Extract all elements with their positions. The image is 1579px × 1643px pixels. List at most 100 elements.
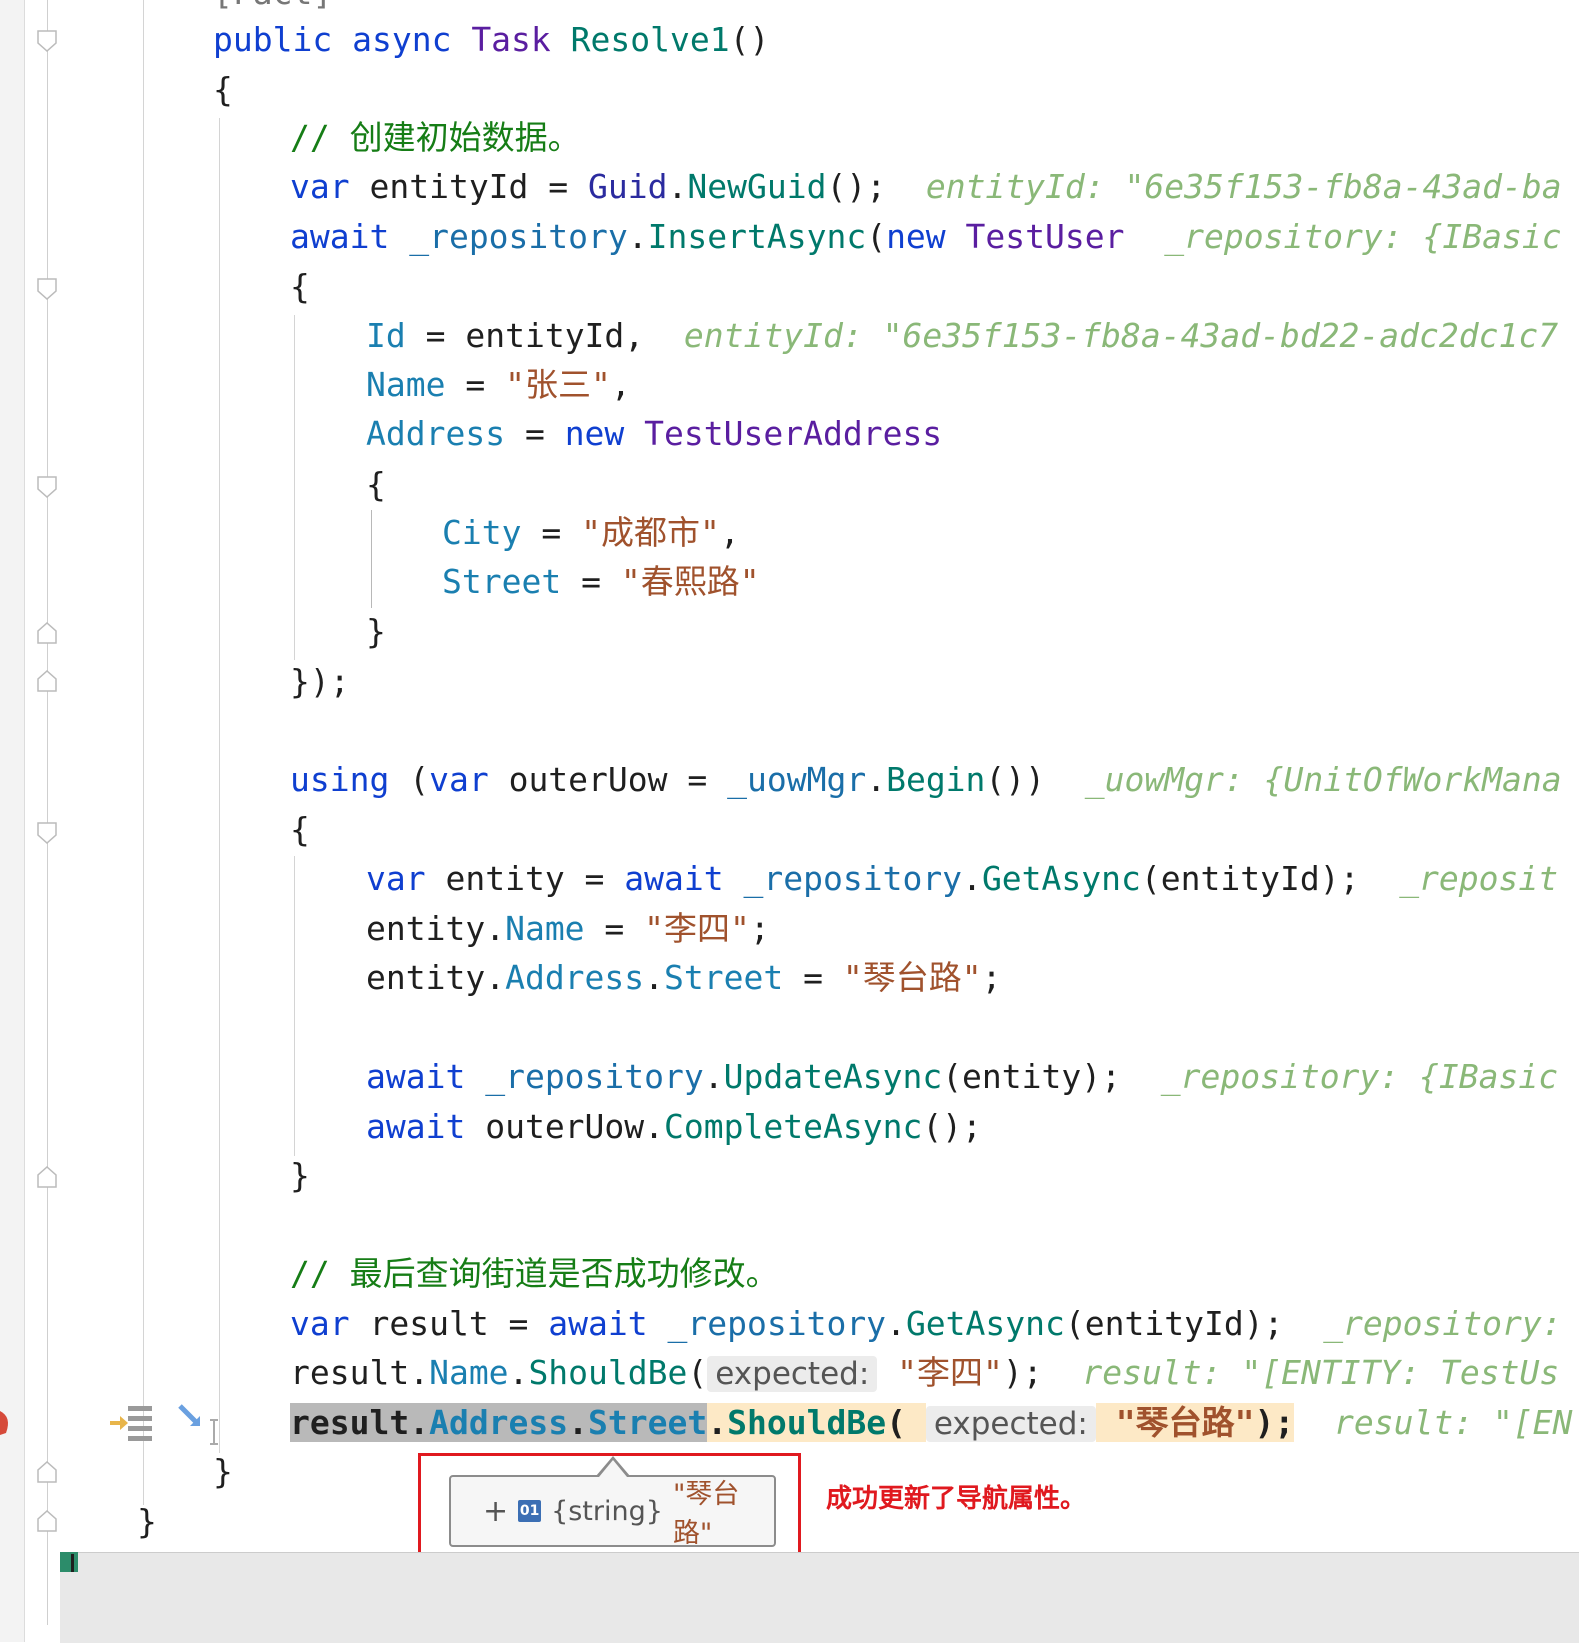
keyword-await: await (366, 1107, 466, 1146)
code-line-brace: { (290, 264, 310, 310)
code-line-complete: await outerUow.CompleteAsync(); (366, 1104, 982, 1150)
code-text: = (584, 909, 645, 948)
fold-end-icon (37, 1510, 57, 1532)
inline-value-hint: result: "[EN (1333, 1403, 1573, 1442)
expand-icon[interactable]: + (483, 1494, 508, 1529)
breakpoint-icon[interactable] (0, 1407, 12, 1437)
field-uowmgr: _uowMgr (727, 760, 867, 799)
property-city: City (442, 513, 522, 552)
breakpoint-margin[interactable] (0, 0, 25, 1642)
code-text: ( (687, 1353, 708, 1392)
code-line-address: Address = new TestUserAddress (366, 411, 942, 457)
inline-value-hint: entityId: "6e35f153-fb8a-43ad-bd22-adc2d… (683, 316, 1559, 355)
keyword-public: public (213, 20, 333, 59)
code-text: ); (1002, 1353, 1043, 1392)
method-getasync: GetAsync (905, 1304, 1065, 1343)
code-text: . (886, 1304, 906, 1343)
code-text: (entity); (942, 1057, 1121, 1096)
method-insertasync: InsertAsync (647, 217, 867, 256)
code-text: ( (389, 760, 430, 799)
keyword-var: var (429, 760, 489, 799)
code-text: (entityId); (1140, 859, 1360, 898)
datatip[interactable]: + 01 {string} "琴台路" (449, 1472, 776, 1550)
indent-guide (294, 315, 295, 660)
parameter-name-hint: expected: (925, 1406, 1096, 1442)
code-text: , (610, 365, 631, 404)
method-shouldbe: ShouldBe (727, 1403, 887, 1442)
code-line-method-signature: public async Task Resolve1() (213, 17, 769, 63)
outlining-line (47, 0, 48, 1625)
code-text: = entityId, (405, 316, 645, 355)
collapse-icon[interactable] (37, 822, 57, 844)
keyword-await: await (366, 1057, 466, 1096)
code-line-method-close: } (213, 1449, 233, 1495)
code-text: ()) (985, 760, 1046, 799)
method-begin: Begin (886, 760, 986, 799)
string-literal: "李四" (644, 909, 750, 948)
string-literal: "琴台路" (842, 958, 982, 997)
brace: } (366, 612, 386, 651)
set-next-statement-icon[interactable] (176, 1402, 222, 1452)
indent-guide (219, 118, 220, 1453)
property-address: Address (366, 414, 506, 453)
indent-guide (294, 856, 295, 1156)
type-task: Task (471, 20, 551, 59)
field-repository: _repository (723, 859, 963, 898)
method-getasync: GetAsync (981, 859, 1141, 898)
method-name: Resolve1 (570, 20, 730, 59)
keyword-new: new (886, 217, 946, 256)
annotation-text: 成功更新了导航属性。 (826, 1484, 1087, 1514)
code-text: ; (749, 909, 770, 948)
keyword-await: await (624, 859, 724, 898)
type-testuseraddress: TestUserAddress (624, 414, 943, 453)
inline-value-hint: _reposit (1399, 859, 1559, 898)
property-name: Name (505, 909, 585, 948)
keyword-var: var (366, 859, 426, 898)
code-line-update: await _repository.UpdateAsync(entity); _… (366, 1054, 1558, 1100)
code-text: }); (290, 662, 350, 701)
run-to-cursor-icon[interactable] (108, 1402, 154, 1452)
code-text: = (783, 958, 843, 997)
editor-bottom-bar (60, 1552, 1579, 1643)
code-line-attribute: [Fact] (213, 0, 332, 16)
method-parens: () (729, 20, 770, 59)
comment-text: // 创建初始数据。 (290, 118, 581, 157)
collapse-icon[interactable] (37, 476, 57, 498)
method-newguid: NewGuid (687, 167, 827, 206)
method-shouldbe: ShouldBe (528, 1353, 688, 1392)
code-line-id: Id = entityId, entityId: "6e35f153-fb8a-… (366, 313, 1558, 359)
code-text: = (521, 513, 582, 552)
code-text: ( (866, 217, 887, 256)
code-line-set-street: entity.Address.Street = "琴台路"; (366, 955, 1001, 1001)
keyword-new: new (564, 414, 625, 453)
code-line-class-close: } (137, 1499, 157, 1545)
property-name: Name (366, 365, 446, 404)
indent-guide (371, 510, 372, 608)
keyword-async: async (352, 20, 452, 59)
code-text: . (866, 760, 887, 799)
code-line-set-name: entity.Name = "李四"; (366, 906, 770, 952)
code-line-get-entity: var entity = await _repository.GetAsync(… (366, 856, 1558, 902)
property-street[interactable]: Street (588, 1403, 708, 1442)
code-text: result. (290, 1403, 430, 1442)
code-text: = (561, 562, 621, 601)
fold-end-icon (37, 670, 57, 692)
code-line-using: using (var outerUow = _uowMgr.Begin()) _… (290, 757, 1562, 803)
inline-value-hint: _repository: {IBasic (1164, 217, 1562, 256)
code-text: outerUow = (488, 760, 728, 799)
fold-end-icon (37, 1166, 57, 1188)
code-line-close-insert: }); (290, 659, 350, 705)
property-street: Street (442, 562, 562, 601)
inline-value-hint: _repository: {IBasic (1160, 1057, 1559, 1096)
change-marker (60, 1552, 78, 1572)
code-text: . (703, 1057, 724, 1096)
collapse-icon[interactable] (37, 30, 57, 52)
property-address: Address (429, 1403, 569, 1442)
datatip-value[interactable]: "琴台路" (673, 1472, 774, 1550)
code-line-name: Name = "张三", (366, 362, 631, 408)
collapse-icon[interactable] (37, 278, 57, 300)
fold-end-icon (37, 622, 57, 644)
code-editor[interactable]: [Fact] public async Task Resolve1() { //… (0, 0, 1579, 1643)
string-value-icon: 01 (518, 1500, 542, 1522)
code-text: (entityId); (1064, 1304, 1284, 1343)
